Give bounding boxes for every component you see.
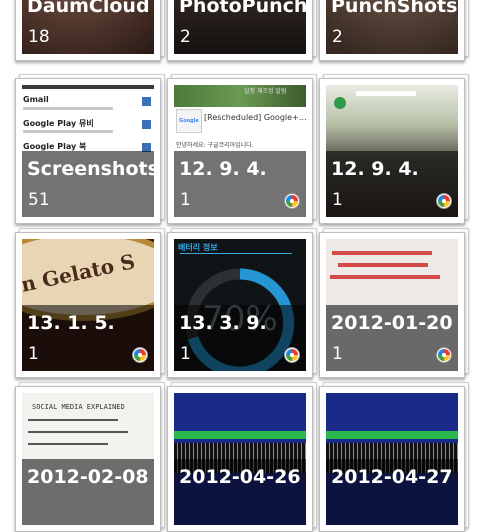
album-thumbnail: 배터리 정보 70% 13. 3. 9. 1: [174, 239, 306, 371]
album-tile[interactable]: 배터리 정보 70% 13. 3. 9. 1: [167, 228, 317, 378]
preview-line: 안녕하세요: 구글코리아입니다.: [176, 142, 254, 149]
album-tile[interactable]: PhotoPunch 2: [167, 0, 317, 61]
album-tile[interactable]: SOCIAL MEDIA EXPLAINED 2012-02-08: [15, 382, 165, 532]
album-card: PhotoPunch 2: [167, 0, 313, 61]
album-card: SOCIAL MEDIA EXPLAINED 2012-02-08: [15, 386, 161, 532]
preview-line: 일정 재조정 알림: [244, 88, 287, 95]
album-name: 2012-01-20: [331, 312, 453, 334]
album-tile[interactable]: Gmail Google Play 뮤비 Google Play 북 Scree…: [15, 74, 165, 224]
album-thumbnail: PhotoPunch 2: [174, 0, 306, 54]
album-card: 2012-04-27: [319, 386, 465, 532]
album-name: 12. 9. 4.: [331, 158, 419, 180]
preview-line: [Rescheduled] Google+…: [204, 113, 306, 122]
album-tile[interactable]: 12. 9. 4. 1: [319, 74, 469, 224]
album-thumbnail: 일정 재조정 알림 Google [Rescheduled] Google+… …: [174, 85, 306, 217]
album-name: 2012-02-08: [27, 466, 149, 488]
picasa-icon: [284, 193, 300, 209]
picasa-icon: [284, 347, 300, 363]
album-card: 12. 9. 4. 1: [319, 78, 465, 224]
album-tile[interactable]: PunchShots 2: [319, 0, 469, 61]
album-tile[interactable]: 2012-04-26: [167, 382, 317, 532]
album-tile[interactable]: DaumCloud 18: [15, 0, 165, 61]
picasa-icon: [436, 193, 452, 209]
picasa-icon: [132, 347, 148, 363]
album-card: 일정 재조정 알림 Google [Rescheduled] Google+… …: [167, 78, 313, 224]
album-thumbnail: Gmail Google Play 뮤비 Google Play 북 Scree…: [22, 85, 154, 217]
album-count: 2: [180, 27, 191, 47]
album-thumbnail: 2012-04-26: [174, 393, 306, 525]
album-name: Screenshots: [27, 158, 154, 180]
album-name: PhotoPunch: [179, 0, 306, 17]
preview-line: SOCIAL MEDIA EXPLAINED: [32, 403, 125, 411]
album-thumbnail: 2012-01-20 1: [326, 239, 458, 371]
album-count: 1: [180, 190, 191, 210]
album-card: Gmail Google Play 뮤비 Google Play 북 Scree…: [15, 78, 161, 224]
album-count: 2: [332, 27, 343, 47]
album-count: 1: [332, 344, 343, 364]
album-name: DaumCloud: [27, 0, 150, 17]
album-thumbnail: n Gelato S 13. 1. 5. 1: [22, 239, 154, 371]
album-thumbnail: 12. 9. 4. 1: [326, 85, 458, 217]
album-name: PunchShots: [331, 0, 458, 17]
preview-line: Google Play 뮤비: [23, 119, 94, 128]
album-thumbnail: SOCIAL MEDIA EXPLAINED 2012-02-08: [22, 393, 154, 525]
album-name: 13. 1. 5.: [27, 312, 115, 334]
album-count: 51: [28, 190, 50, 210]
album-card: 배터리 정보 70% 13. 3. 9. 1: [167, 232, 313, 378]
album-thumbnail: 2012-04-27: [326, 393, 458, 525]
album-tile[interactable]: 일정 재조정 알림 Google [Rescheduled] Google+… …: [167, 74, 317, 224]
album-tile[interactable]: n Gelato S 13. 1. 5. 1: [15, 228, 165, 378]
album-count: 18: [28, 27, 50, 47]
album-tile[interactable]: 2012-04-27: [319, 382, 469, 532]
album-name: 12. 9. 4.: [179, 158, 267, 180]
album-card: DaumCloud 18: [15, 0, 161, 61]
album-count: 1: [332, 190, 343, 210]
picasa-icon: [436, 347, 452, 363]
album-tile[interactable]: 2012-01-20 1: [319, 228, 469, 378]
album-card: PunchShots 2: [319, 0, 465, 61]
album-card: n Gelato S 13. 1. 5. 1: [15, 232, 161, 378]
album-card: 2012-01-20 1: [319, 232, 465, 378]
album-thumbnail: DaumCloud 18: [22, 0, 154, 54]
album-card: 2012-04-26: [167, 386, 313, 532]
album-name: 2012-04-27: [331, 466, 453, 488]
album-count: 1: [28, 344, 39, 364]
preview-line: Gmail: [23, 95, 49, 104]
album-count: 1: [180, 344, 191, 364]
album-thumbnail: PunchShots 2: [326, 0, 458, 54]
album-name: 13. 3. 9.: [179, 312, 267, 334]
album-name: 2012-04-26: [179, 466, 301, 488]
